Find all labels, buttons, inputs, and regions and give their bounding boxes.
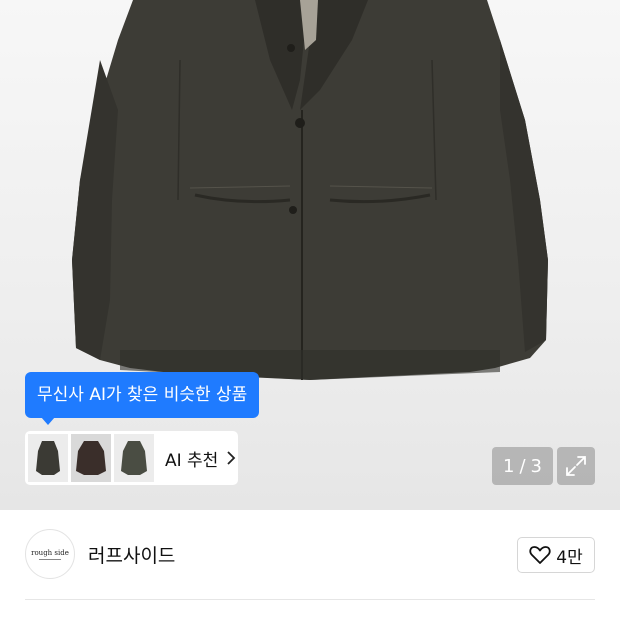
image-counter: 1 / 3 [492,447,553,485]
brand-name[interactable]: 러프사이드 [88,541,175,568]
brand-row: rough side 러프사이드 4만 [0,510,620,620]
expand-button[interactable] [557,447,595,485]
ai-recommend-button[interactable]: AI 추천 [25,431,238,485]
brand-logo-underline [39,558,61,560]
jacket-thumbnail-icon [76,441,106,475]
jacket-thumbnail-icon [36,441,60,475]
heart-icon [529,546,551,564]
like-button[interactable]: 4만 [517,537,595,573]
expand-icon [566,456,586,476]
like-count: 4만 [556,547,583,568]
ai-thumbnail-2 [71,434,111,482]
ai-thumbnail-1 [28,434,68,482]
ai-tooltip-text: 무신사 AI가 찾은 비슷한 상품 [37,385,248,405]
ai-similar-products-tooltip: 무신사 AI가 찾은 비슷한 상품 [25,372,260,425]
divider [25,599,595,600]
image-counter-total: 3 [530,455,542,477]
ai-recommend-label: AI 추천 [165,450,219,471]
product-page: 무신사 AI가 찾은 비슷한 상품 AI 추천 1 / 3 rough side… [0,0,620,620]
image-counter-separator: / [519,455,526,477]
brand-logo-text: rough side [31,548,69,557]
image-counter-current: 1 [503,455,515,477]
chevron-right-icon [226,451,236,465]
brand-logo[interactable]: rough side [25,529,75,579]
jacket-thumbnail-icon [121,441,147,475]
ai-thumbnail-3 [114,434,154,482]
